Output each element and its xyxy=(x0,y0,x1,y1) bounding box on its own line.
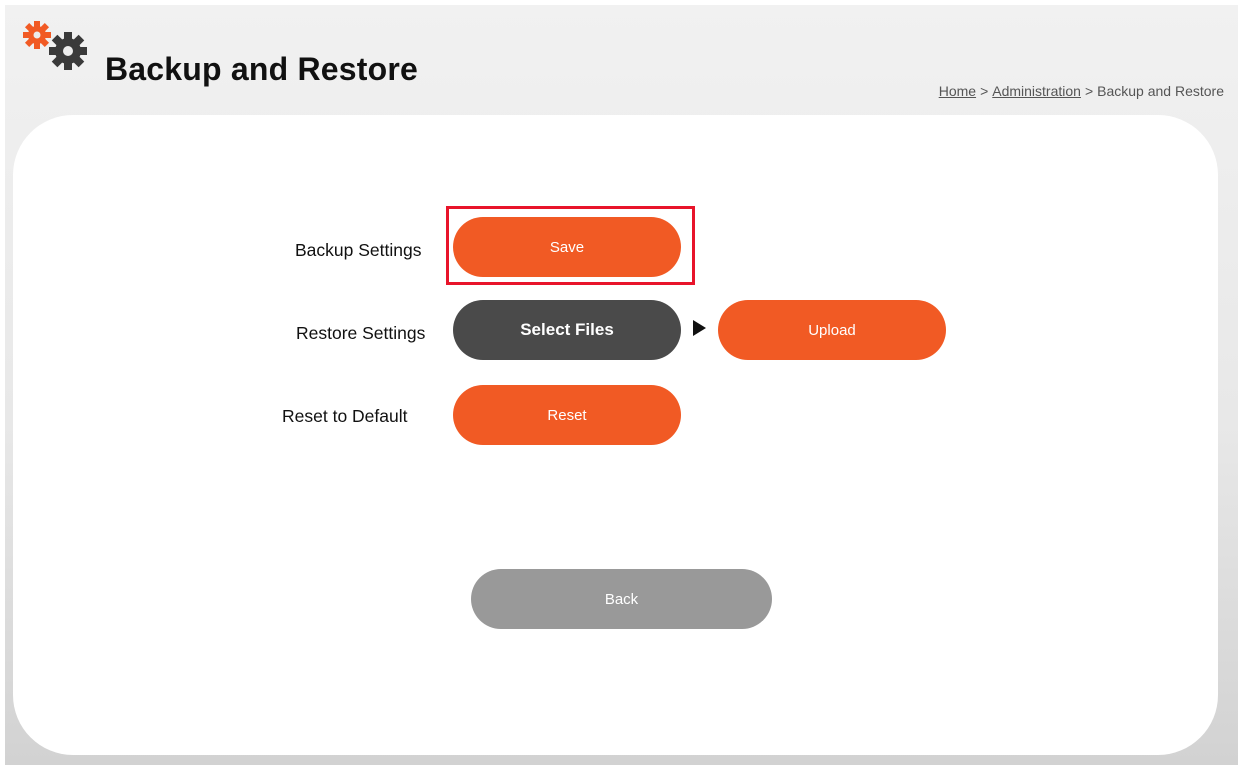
breadcrumb: Home > Administration > Backup and Restore xyxy=(939,83,1224,99)
page-title: Backup and Restore xyxy=(105,51,419,87)
back-button[interactable]: Back xyxy=(471,569,772,629)
highlight-box xyxy=(446,206,695,285)
breadcrumb-home-link[interactable]: Home xyxy=(939,83,976,99)
breadcrumb-current: Backup and Restore xyxy=(1097,83,1224,99)
backup-settings-label: Backup Settings xyxy=(295,240,422,260)
breadcrumb-separator: > xyxy=(980,83,989,99)
upload-button[interactable]: Upload xyxy=(718,300,946,360)
reset-to-default-label: Reset to Default xyxy=(282,406,408,426)
breadcrumb-separator: > xyxy=(1084,83,1094,99)
reset-button[interactable]: Reset xyxy=(453,385,681,445)
arrow-right-icon xyxy=(693,320,706,336)
select-files-button[interactable]: Select Files xyxy=(453,300,681,360)
restore-settings-label: Restore Settings xyxy=(296,323,426,343)
breadcrumb-administration-link[interactable]: Administration xyxy=(992,83,1081,99)
gears-icon xyxy=(19,18,99,70)
